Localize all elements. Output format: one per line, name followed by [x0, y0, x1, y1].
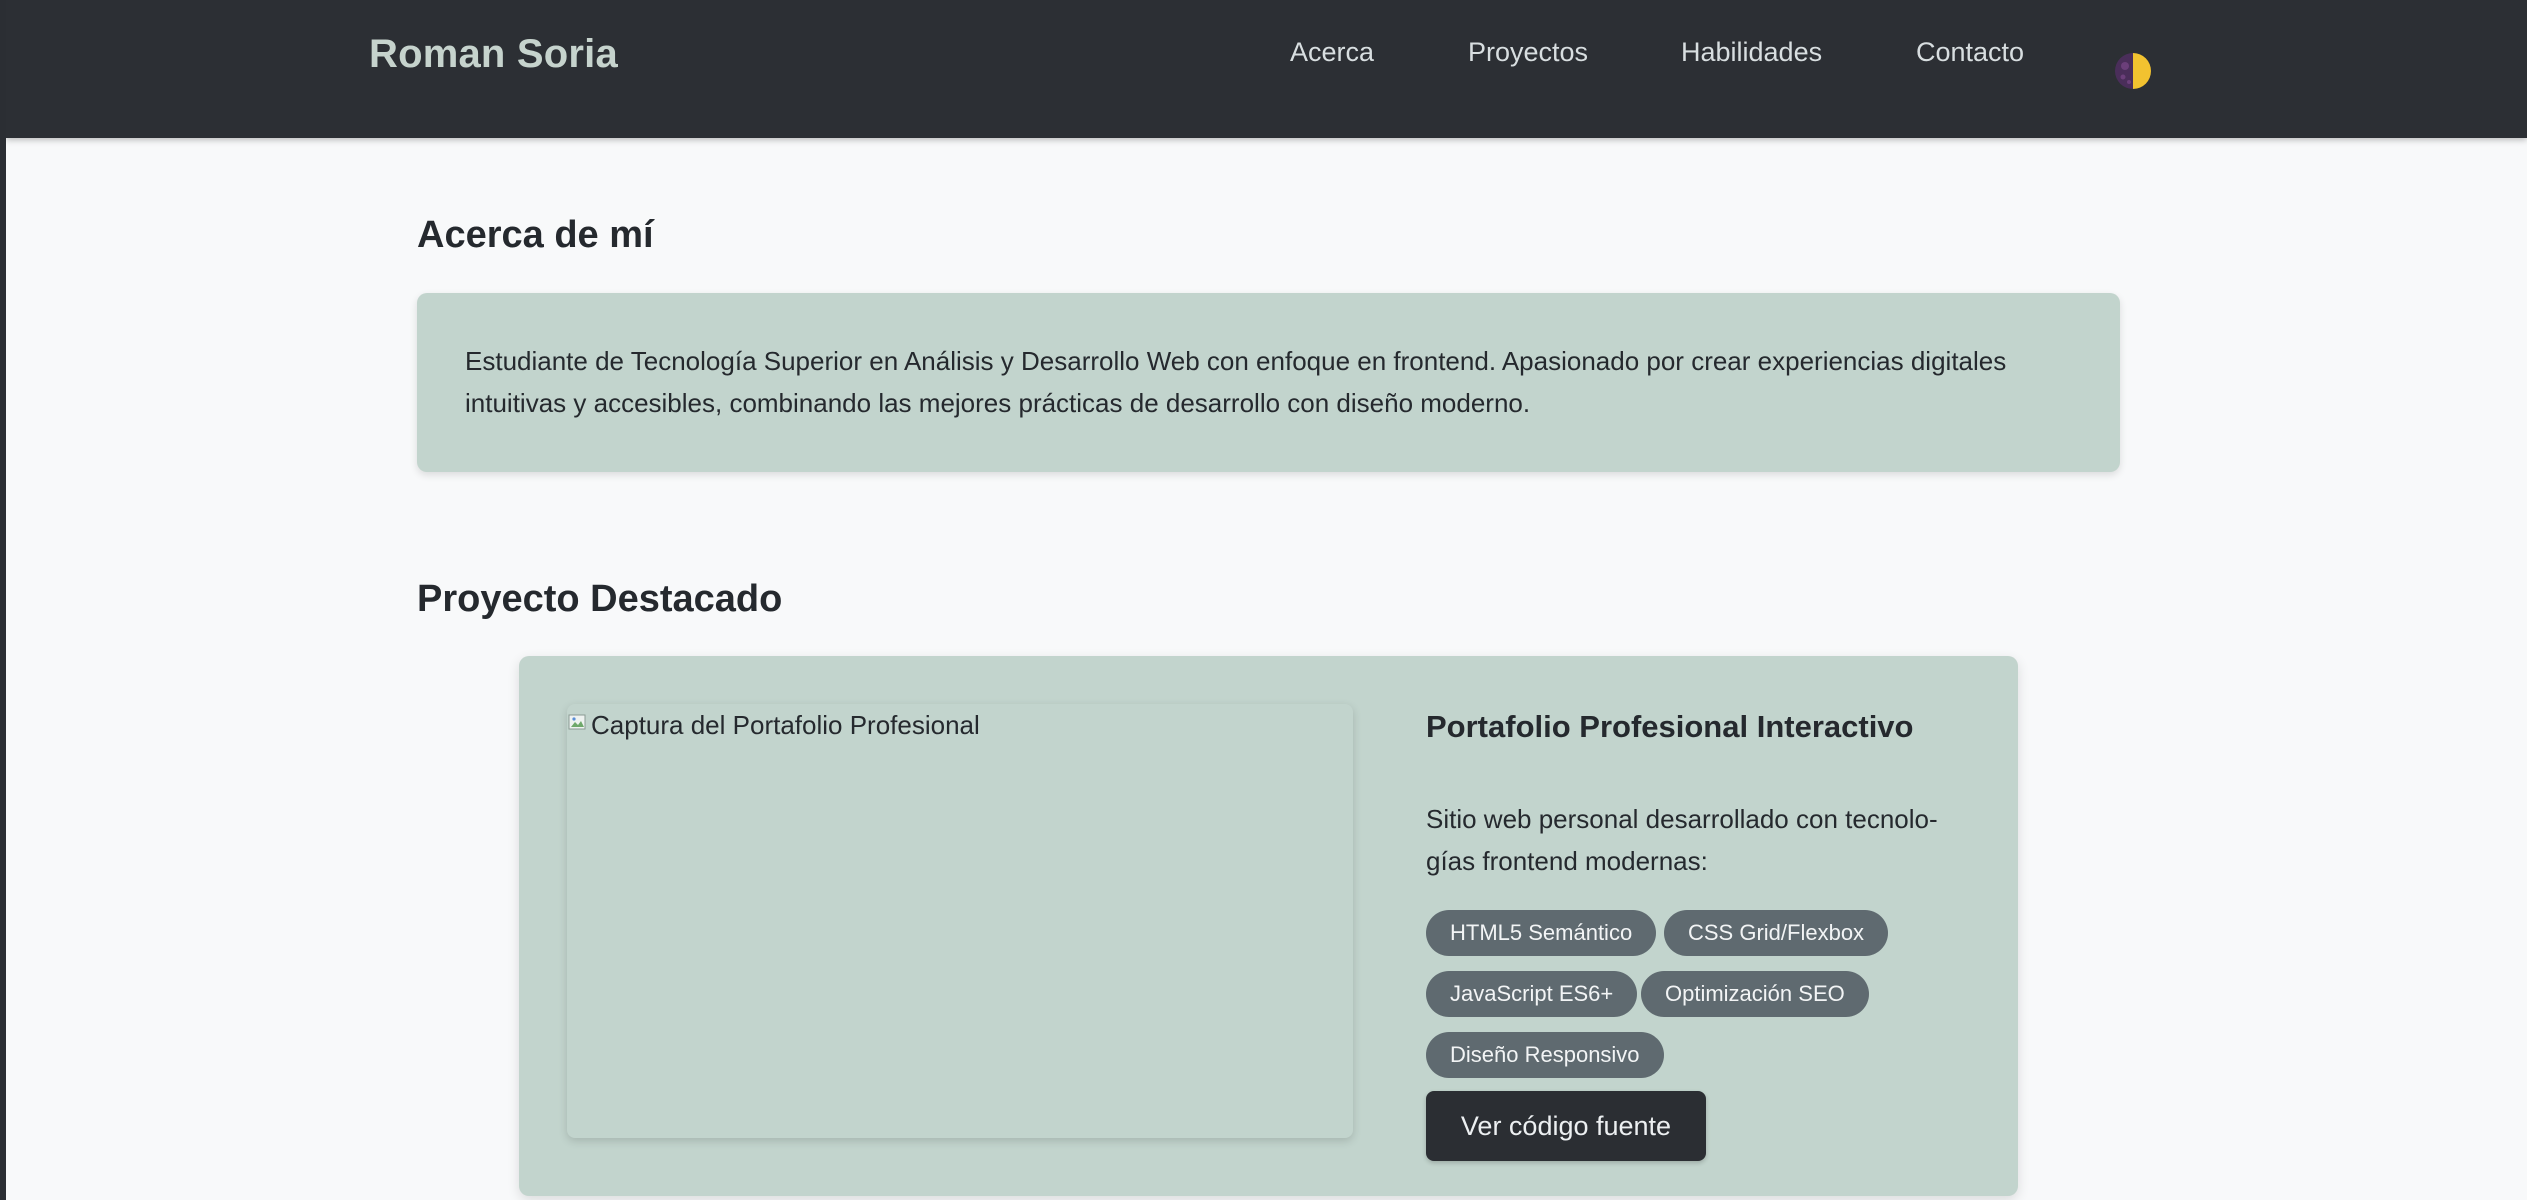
page: Roman Soria Acerca Proyectos Habilidades… [6, 0, 2527, 1200]
about-text: Estudiante de Tecnología Superior en Aná… [465, 346, 2007, 418]
screenshot-alt-text: Captura del Portafolio Profesional [591, 710, 980, 740]
project-title: Portafolio Profesional Interactivo [1426, 709, 1914, 744]
tech-tag: JavaScript ES6+ [1426, 971, 1638, 1017]
site-header: Roman Soria Acerca Proyectos Habilidades… [6, 0, 2527, 138]
nav-link-habilidades[interactable]: Habilidades [1681, 37, 1822, 68]
nav-link-acerca[interactable]: Acerca [1290, 37, 1374, 68]
broken-image-icon [567, 712, 589, 734]
tech-tag: Diseño Responsivo [1426, 1032, 1664, 1078]
tech-tag: CSS Grid/Flexbox [1664, 910, 1889, 956]
half-moon-theme-icon [2115, 53, 2151, 89]
project-screenshot: Captura del Portafolio Profesional [567, 704, 1353, 1138]
about-card: Estudiante de Tecnología Superior en Aná… [417, 293, 2120, 472]
about-section-title: Acerca de mí [417, 214, 654, 256]
nav-link-proyectos[interactable]: Proyectos [1468, 37, 1588, 68]
nav-link-contacto[interactable]: Contacto [1916, 37, 2024, 68]
tech-tag: HTML5 Semántico [1426, 910, 1657, 956]
project-card: Captura del Portafolio Profesional Porta… [519, 656, 2018, 1196]
tech-tag: Optimización SEO [1641, 971, 1869, 1017]
featured-section-title: Proyecto Destacado [417, 578, 783, 620]
main-content: Acerca de mí Estudiante de Tecnología Su… [6, 138, 2527, 1200]
project-description: Sitio web personal desarrollado con tecn… [1426, 804, 1938, 876]
broken-image-placeholder: Captura del Portafolio Profesional [567, 704, 980, 741]
view-source-button[interactable]: Ver código fuente [1426, 1091, 1706, 1161]
theme-toggle-button[interactable] [2115, 53, 2151, 89]
